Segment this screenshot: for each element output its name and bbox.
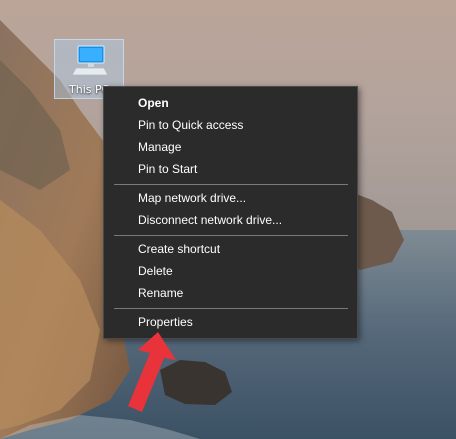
menu-item-disconnect-network-drive[interactable]: Disconnect network drive...	[104, 209, 357, 231]
menu-separator	[114, 184, 348, 185]
menu-separator	[114, 308, 348, 309]
menu-item-create-shortcut[interactable]: Create shortcut	[104, 238, 357, 260]
menu-item-pin-to-start[interactable]: Pin to Start	[104, 158, 357, 180]
desktop[interactable]: This PC Open Pin to Quick access Manage …	[0, 0, 456, 439]
computer-monitor-icon	[71, 45, 109, 76]
menu-item-manage[interactable]: Manage	[104, 136, 357, 158]
menu-item-delete[interactable]: Delete	[104, 260, 357, 282]
menu-item-pin-to-quick-access[interactable]: Pin to Quick access	[104, 114, 357, 136]
context-menu[interactable]: Open Pin to Quick access Manage Pin to S…	[103, 86, 358, 339]
menu-item-rename[interactable]: Rename	[104, 282, 357, 304]
menu-item-map-network-drive[interactable]: Map network drive...	[104, 187, 357, 209]
menu-item-open[interactable]: Open	[104, 92, 357, 114]
menu-separator	[114, 235, 348, 236]
red-arrow-pointer-icon	[128, 332, 176, 412]
